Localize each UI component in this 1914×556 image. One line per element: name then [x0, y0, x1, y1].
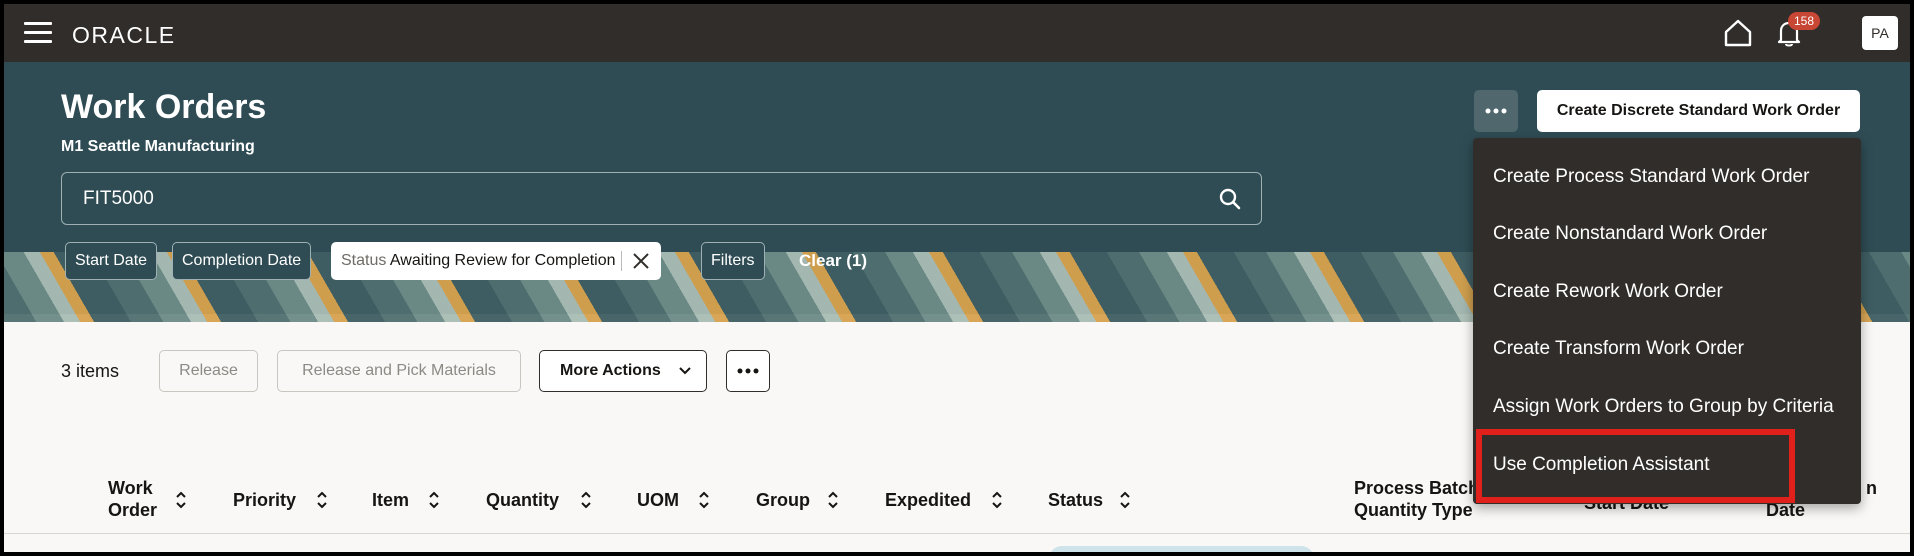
more-actions-label: More Actions	[560, 362, 661, 379]
chevron-down-icon	[679, 367, 691, 375]
column-header-item[interactable]: Item	[372, 489, 409, 511]
sort-icon[interactable]	[315, 490, 329, 510]
menu-item-create-process-standard-work-order[interactable]: Create Process Standard Work Order	[1493, 166, 1809, 188]
page-title: Work Orders	[61, 88, 267, 126]
column-header-process-batch-quantity-type[interactable]: Process Batch Quantity Type	[1354, 477, 1479, 521]
sort-icon[interactable]	[826, 490, 840, 510]
filter-chip-status[interactable]: Status Awaiting Review for Completion	[331, 242, 661, 280]
user-avatar[interactable]: PA	[1862, 16, 1898, 50]
column-header-quantity[interactable]: Quantity	[486, 489, 559, 511]
global-header: ORACLE 158 PA	[4, 4, 1910, 62]
filter-chip-status-key: Status	[341, 252, 387, 269]
column-label: Quantity Type	[1354, 500, 1473, 520]
menu-item-create-transform-work-order[interactable]: Create Transform Work Order	[1493, 338, 1744, 360]
column-label: Order	[108, 500, 158, 520]
more-actions-button[interactable]: More Actions	[539, 350, 707, 392]
highlight-annotation-box	[1476, 429, 1795, 503]
release-and-pick-materials-button[interactable]: Release and Pick Materials	[277, 350, 521, 392]
table-overflow-button[interactable]	[726, 350, 770, 392]
filter-chip-status-value: Awaiting Review for Completion	[389, 252, 616, 269]
column-header-group[interactable]: Group	[756, 489, 810, 511]
filters-button[interactable]: Filters	[701, 242, 765, 280]
app-window: ORACLE 158 PA Work Orders M1 Seattle Man…	[0, 0, 1914, 556]
release-button[interactable]: Release	[159, 350, 258, 392]
home-icon[interactable]	[1721, 16, 1755, 50]
ellipsis-icon	[737, 368, 759, 374]
sort-icon[interactable]	[697, 490, 711, 510]
sort-icon[interactable]	[174, 490, 188, 510]
sort-icon[interactable]	[427, 490, 441, 510]
column-header-uom[interactable]: UOM	[637, 489, 679, 511]
column-label: Work	[108, 478, 153, 498]
filter-chip-completion-date[interactable]: Completion Date	[172, 242, 312, 280]
column-header-priority[interactable]: Priority	[233, 489, 296, 511]
ellipsis-icon	[1485, 108, 1507, 114]
column-header-work-order[interactable]: Work Order	[108, 477, 157, 521]
search-input[interactable]: FIT5000	[61, 172, 1262, 225]
column-header-status[interactable]: Status	[1048, 489, 1103, 511]
sort-icon[interactable]	[1118, 490, 1132, 510]
search-icon[interactable]	[1217, 186, 1243, 212]
chip-divider	[620, 251, 622, 271]
close-icon[interactable]	[630, 250, 652, 272]
menu-item-assign-work-orders-to-group[interactable]: Assign Work Orders to Group by Criteria	[1493, 396, 1834, 418]
status-badge	[1049, 546, 1314, 552]
search-value: FIT5000	[83, 188, 154, 209]
hamburger-menu-icon[interactable]	[24, 22, 52, 44]
create-discrete-standard-work-order-button[interactable]: Create Discrete Standard Work Order	[1537, 90, 1860, 132]
items-count: 3 items	[61, 361, 120, 381]
notification-count-badge: 158	[1788, 12, 1821, 30]
organization-name: M1 Seattle Manufacturing	[61, 138, 255, 155]
column-label: Process Batch	[1354, 478, 1480, 498]
menu-item-create-rework-work-order[interactable]: Create Rework Work Order	[1493, 281, 1723, 303]
oracle-logo: ORACLE	[72, 22, 176, 48]
sort-icon[interactable]	[990, 490, 1004, 510]
more-options-button[interactable]	[1474, 90, 1518, 132]
column-header-expedited[interactable]: Expedited	[885, 489, 971, 511]
filter-chip-start-date[interactable]: Start Date	[65, 242, 158, 280]
clear-filters-link[interactable]: Clear (1)	[799, 251, 867, 271]
menu-item-create-nonstandard-work-order[interactable]: Create Nonstandard Work Order	[1493, 223, 1767, 245]
sort-icon[interactable]	[579, 490, 593, 510]
table-row[interactable]	[4, 536, 1910, 552]
